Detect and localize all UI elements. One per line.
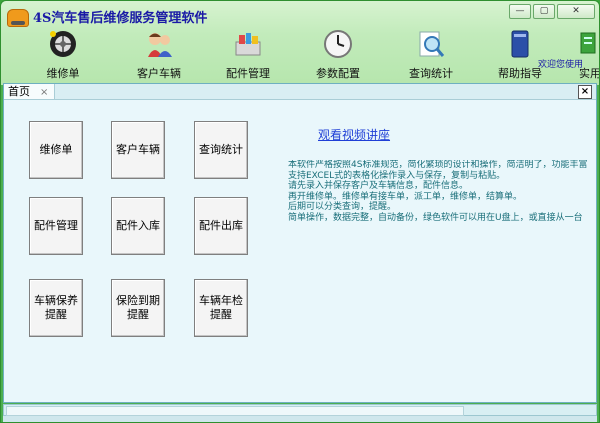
home-insurance-reminder-button[interactable]: 保险到期 提醒 — [111, 279, 165, 337]
software-description: 本软件严格按照4S标准规范，简化繁琐的设计和操作，简洁明了，功能丰富 支持EXC… — [288, 160, 596, 223]
home-repair-order-button[interactable]: 维修单 — [29, 121, 83, 179]
tab-close-icon[interactable]: × — [40, 87, 48, 98]
welcome-text: 欢迎您使用 — [538, 60, 584, 70]
close-button[interactable]: ✕ — [557, 4, 595, 19]
description-line: 本软件严格按照4S标准规范，简化繁琐的设计和操作，简洁明了，功能丰富 — [288, 160, 588, 170]
toolbar-label: 参数配置 — [316, 67, 360, 80]
tab-strip: 首页 × × — [4, 84, 596, 100]
toolbar-customer-vehicles[interactable]: 客户车辆 — [131, 29, 187, 83]
wheel-icon — [48, 29, 78, 59]
toolbar-query-stats[interactable]: 查询统计 — [406, 29, 456, 83]
window-controls: — ▢ ✕ — [509, 4, 595, 19]
description-line: 支持EXCEL式的表格化操作录入与保存，复制与粘贴。 — [288, 170, 506, 181]
book-icon — [505, 29, 535, 59]
description-line: 简单操作，数据完整，自动备份，绿色软件可以用在U盘上，或直接从一台 — [288, 212, 583, 223]
toolbar-label: 查询统计 — [409, 67, 453, 80]
home-query-stats-button[interactable]: 查询统计 — [194, 121, 248, 179]
main-toolbar: 维修单 客户车辆 配件管理 参数配置 查询统计 帮助指导 实用 — [1, 25, 599, 83]
description-line: 再开维修单。维修单有接车单，派工单，维修单，结算单。 — [288, 191, 523, 202]
maximize-button[interactable]: ▢ — [533, 4, 555, 19]
toolbar-repair-order[interactable]: 维修单 — [41, 29, 85, 83]
app-window: 4S汽车售后维修服务管理软件 — ▢ ✕ 维修单 客户车辆 配件管理 参数配置 … — [0, 0, 600, 423]
toolbar-label: 维修单 — [46, 67, 80, 80]
home-parts-inbound-button[interactable]: 配件入库 — [111, 197, 165, 255]
tab-home[interactable]: 首页 × — [4, 84, 56, 99]
app-title: 4S汽车售后维修服务管理软件 — [33, 11, 208, 26]
toolbar-settings[interactable]: 参数配置 — [313, 29, 363, 83]
people-icon — [144, 29, 174, 59]
video-tutorial-link[interactable]: 观看视频讲座 — [318, 126, 390, 143]
toolbar-utilities[interactable]: 实用 — [575, 29, 599, 83]
tools-icon — [575, 29, 599, 59]
minimize-button[interactable]: — — [509, 4, 531, 19]
horizontal-scrollbar[interactable] — [3, 404, 597, 416]
search-doc-icon — [416, 29, 446, 59]
toolbar-label: 配件管理 — [226, 67, 270, 80]
title-bar: 4S汽车售后维修服务管理软件 — ▢ ✕ 维修单 客户车辆 配件管理 参数配置 … — [1, 1, 599, 85]
description-line: 请先录入并保存客户及车辆信息，配件信息。 — [288, 181, 469, 191]
parts-icon — [233, 29, 263, 59]
home-customer-vehicles-button[interactable]: 客户车辆 — [111, 121, 165, 179]
clock-icon — [323, 29, 353, 59]
home-parts-management-button[interactable]: 配件管理 — [29, 197, 83, 255]
toolbar-label: 客户车辆 — [137, 67, 181, 80]
home-maintenance-reminder-button[interactable]: 车辆保养 提醒 — [29, 279, 83, 337]
tab-label: 首页 — [8, 85, 30, 98]
close-all-tabs-button[interactable]: × — [578, 85, 592, 99]
description-line: 后期可以分类查询，提醒。 — [288, 202, 397, 212]
toolbar-parts-management[interactable]: 配件管理 — [223, 29, 273, 83]
home-parts-outbound-button[interactable]: 配件出库 — [194, 197, 248, 255]
status-bar — [3, 416, 597, 422]
home-inspection-reminder-button[interactable]: 车辆年检 提醒 — [194, 279, 248, 337]
main-content: 首页 × × 维修单 客户车辆 查询统计 配件管理 配件入库 配件出库 车辆保养 … — [3, 83, 597, 403]
scrollbar-thumb[interactable] — [6, 406, 464, 416]
toolbar-help[interactable]: 帮助指导 — [495, 29, 545, 83]
